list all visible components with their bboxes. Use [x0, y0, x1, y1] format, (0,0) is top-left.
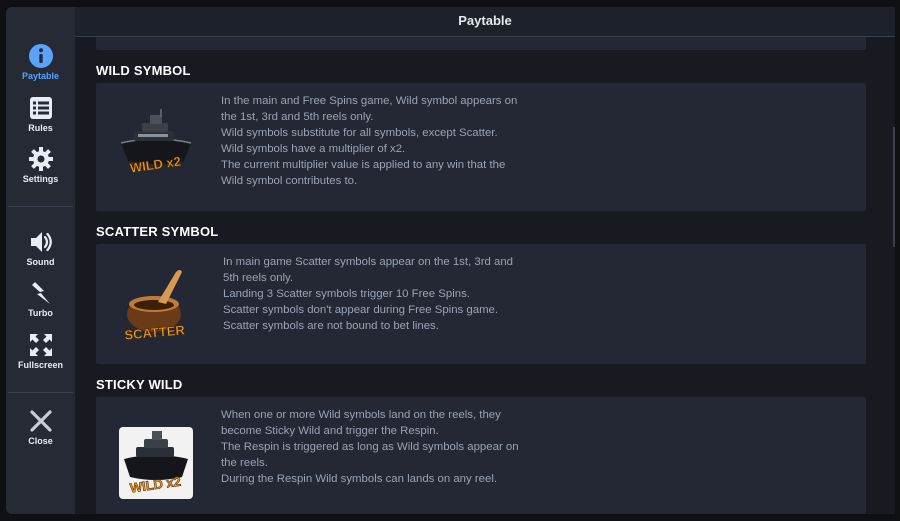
- sidebar-item-label: Settings: [22, 174, 59, 184]
- sticky-wild-description: When one or more Wild symbols land on th…: [221, 409, 519, 485]
- scrollbar[interactable]: [893, 127, 895, 247]
- sidebar-item-rules[interactable]: Rules: [6, 95, 75, 133]
- wild-description: In the main and Free Spins game, Wild sy…: [221, 95, 518, 187]
- list-icon: [29, 97, 52, 119]
- scatter-mortar-symbol: SCATTER: [124, 270, 186, 343]
- wild-boat-symbol: WILD x2: [120, 109, 192, 176]
- sidebar-item-label: Fullscreen: [17, 360, 64, 370]
- scatter-section-title: SCATTER SYMBOL: [96, 224, 219, 239]
- paytable-window: Paytable Rules Settings Sound Turbo Full…: [0, 0, 900, 521]
- sidebar-divider: [8, 206, 73, 207]
- sidebar-item-sound[interactable]: Sound: [6, 229, 75, 267]
- sidebar-item-label: Close: [28, 436, 53, 446]
- speaker-icon: [30, 232, 52, 252]
- scatter-description: In main game Scatter symbols appear on t…: [223, 256, 513, 332]
- sticky-wild-section-title: STICKY WILD: [96, 377, 183, 392]
- wild-panel: WILD x2 In the main and Free Spins game,…: [96, 83, 866, 211]
- sidebar-item-settings[interactable]: Settings: [6, 146, 75, 184]
- fullscreen-icon: [29, 334, 52, 356]
- sidebar-item-label: Rules: [28, 123, 53, 133]
- lightning-icon: [31, 282, 50, 304]
- sidebar: Paytable Rules Settings Sound Turbo Full…: [6, 7, 75, 514]
- gear-icon: [28, 147, 53, 171]
- close-icon: [29, 410, 52, 432]
- sidebar-item-fullscreen[interactable]: Fullscreen: [6, 332, 75, 370]
- sidebar-divider: [8, 392, 73, 393]
- paytable-content[interactable]: Paytable WILD SYMBOL WILD x2 In the main…: [75, 7, 895, 514]
- sidebar-item-label: Sound: [26, 257, 55, 267]
- info-icon: [28, 44, 53, 68]
- scatter-panel: SCATTER In main game Scatter symbols app…: [96, 244, 866, 364]
- header: Paytable: [75, 7, 895, 37]
- sticky-wild-symbol: WILD x2: [119, 427, 193, 499]
- wild-section-title: WILD SYMBOL: [96, 63, 191, 78]
- sidebar-item-paytable[interactable]: Paytable: [6, 43, 75, 81]
- sidebar-item-turbo[interactable]: Turbo: [6, 280, 75, 318]
- sidebar-item-close[interactable]: Close: [6, 408, 75, 446]
- page-title: Paytable: [458, 13, 512, 28]
- sticky-wild-panel: WILD x2 When one or more Wild symbols la…: [96, 397, 866, 514]
- sidebar-item-label: Turbo: [28, 308, 53, 318]
- sidebar-item-label: Paytable: [21, 71, 60, 81]
